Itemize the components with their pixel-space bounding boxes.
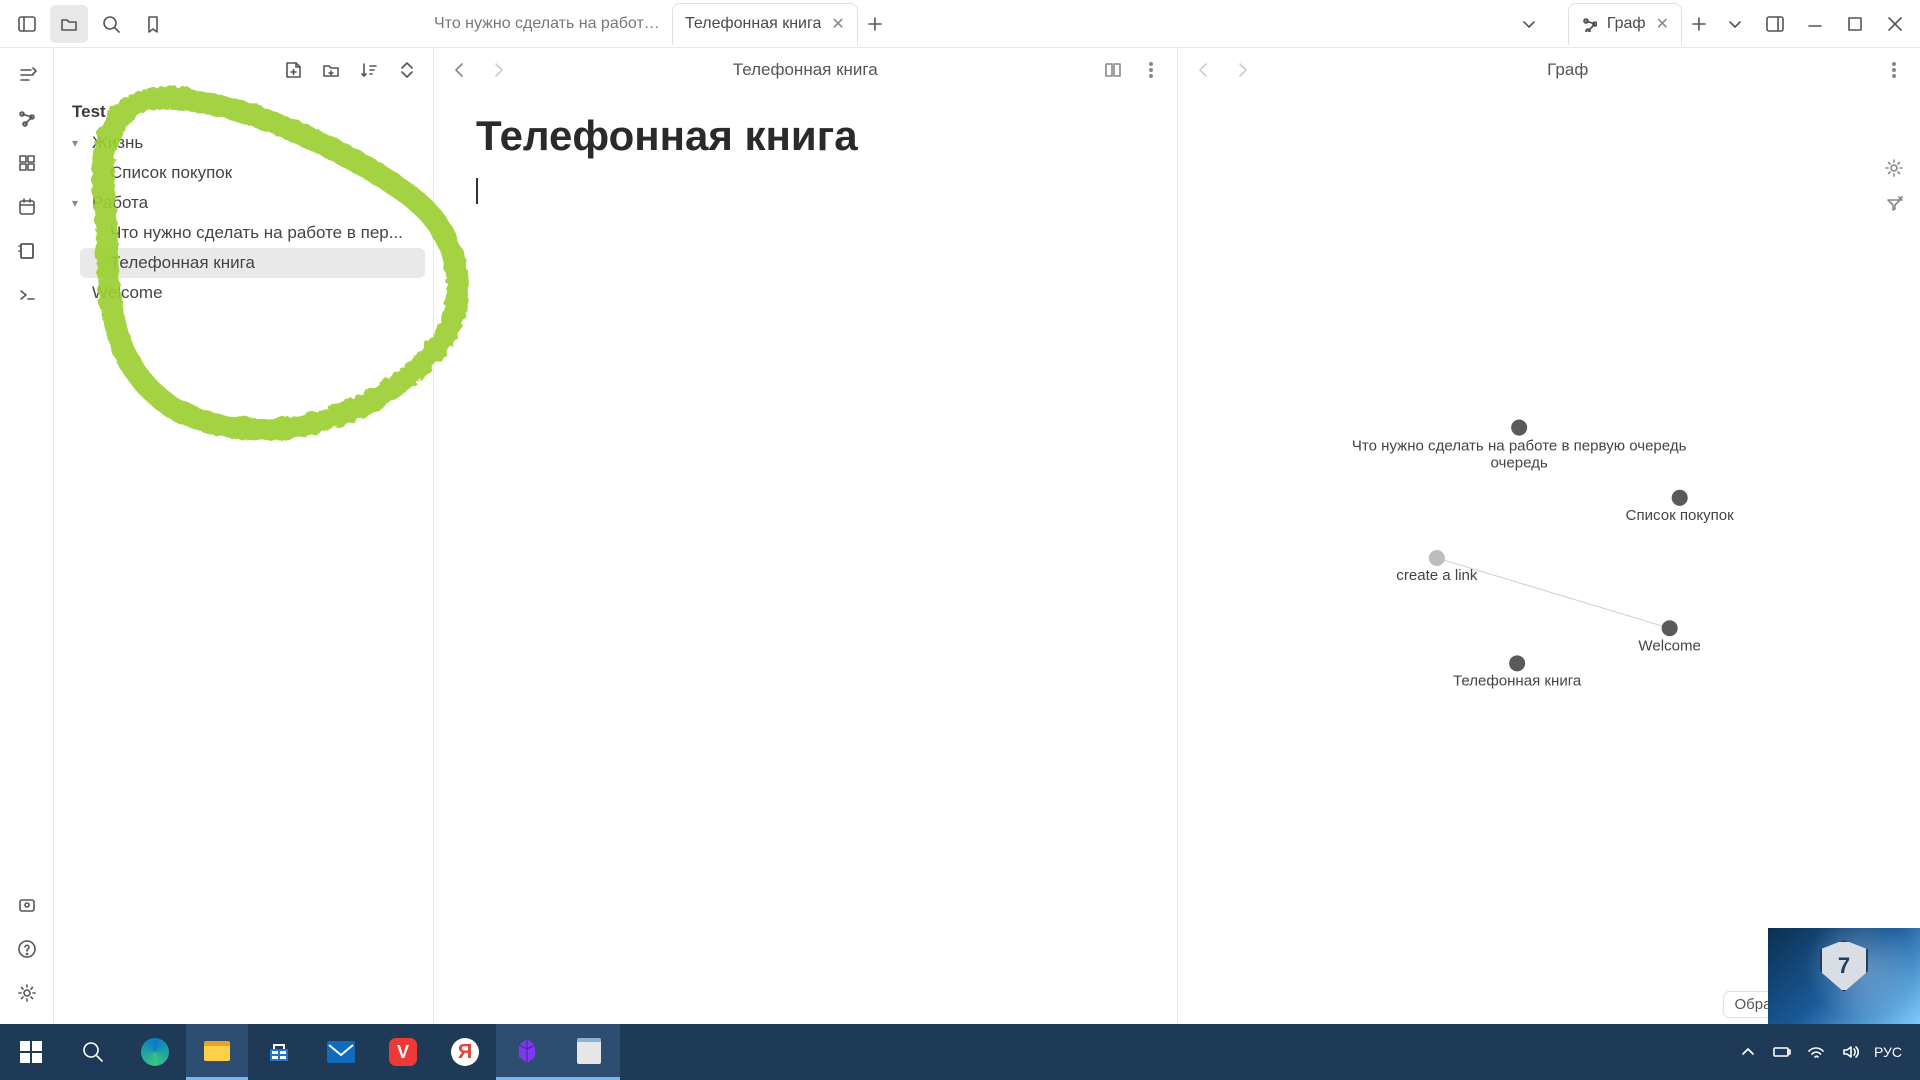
quick-switcher-button[interactable] xyxy=(8,56,46,94)
nav-back-button[interactable] xyxy=(444,54,476,86)
tab-dropdown-right[interactable] xyxy=(1716,5,1754,43)
taskbar-vivaldi[interactable]: V xyxy=(372,1024,434,1080)
command-palette-button[interactable] xyxy=(8,276,46,314)
new-note-button[interactable] xyxy=(277,54,309,86)
tree-label: Список покупок xyxy=(110,163,232,183)
start-button[interactable] xyxy=(0,1024,62,1080)
more-options-button[interactable] xyxy=(1135,54,1167,86)
collapse-button[interactable] xyxy=(391,54,423,86)
tree-file-welcome[interactable]: Welcome xyxy=(62,278,425,308)
chevron-down-icon: ▾ xyxy=(72,196,86,210)
new-tab-button[interactable] xyxy=(858,7,892,41)
close-icon[interactable]: ✕ xyxy=(1656,14,1669,34)
taskbar-edge[interactable] xyxy=(124,1024,186,1080)
minimize-button[interactable] xyxy=(1796,5,1834,43)
new-tab-button-right[interactable] xyxy=(1682,7,1716,41)
tray-wifi-icon[interactable] xyxy=(1806,1042,1826,1062)
file-explorer-sidebar: Test ▾ Жизнь Список покупок ▾ Работа Что… xyxy=(54,48,434,1024)
graph-node-label: create a link xyxy=(1396,567,1478,584)
tree-label: Телефонная книга xyxy=(110,253,255,273)
tree-folder-work[interactable]: ▾ Работа xyxy=(62,188,425,218)
graph-node-label: Телефонная книга xyxy=(1453,672,1582,689)
vault-button[interactable] xyxy=(8,886,46,924)
taskbar-app[interactable] xyxy=(558,1024,620,1080)
editor-pane: Телефонная книга Телефонная книга xyxy=(434,48,1178,1024)
taskbar-explorer[interactable] xyxy=(186,1024,248,1080)
pane-title[interactable]: Телефонная книга xyxy=(520,60,1091,80)
tab-dropdown-button[interactable] xyxy=(1510,5,1548,43)
text-cursor xyxy=(476,178,478,204)
tab-graph[interactable]: Граф ✕ xyxy=(1568,3,1682,45)
window-close-button[interactable] xyxy=(1876,5,1914,43)
taskbar-yandex[interactable]: Я xyxy=(434,1024,496,1080)
tree-file-todo[interactable]: Что нужно сделать на работе в пер... xyxy=(80,218,425,248)
chevron-down-icon: ▾ xyxy=(72,136,86,150)
graph-node-label: Welcome xyxy=(1638,637,1700,654)
help-button[interactable] xyxy=(8,930,46,968)
search-button[interactable] xyxy=(92,5,130,43)
shield-badge: 7 xyxy=(1820,940,1868,992)
main: Test ▾ Жизнь Список покупок ▾ Работа Что… xyxy=(0,48,1920,1024)
tree-file-shopping[interactable]: Список покупок xyxy=(80,158,425,188)
graph-canvas[interactable]: Что нужно сделать на работе в первую оче… xyxy=(1178,92,1920,1024)
tree-label: Работа xyxy=(92,193,148,213)
editor-body[interactable]: Телефонная книга xyxy=(434,92,1177,1024)
graph-body[interactable]: Что нужно сделать на работе в первую оче… xyxy=(1178,92,1920,1024)
graph-settings-button[interactable] xyxy=(1878,152,1910,184)
windows-taskbar: V Я РУС xyxy=(0,1024,1920,1080)
new-folder-button[interactable] xyxy=(315,54,347,86)
settings-button[interactable] xyxy=(8,974,46,1012)
tab-inactive-1[interactable]: Что нужно сделать на работе... xyxy=(422,3,672,45)
taskbar-obsidian[interactable] xyxy=(496,1024,558,1080)
daily-note-button[interactable] xyxy=(8,188,46,226)
toggle-left-sidebar-button[interactable] xyxy=(8,5,46,43)
sort-button[interactable] xyxy=(353,54,385,86)
tab-label: Телефонная книга xyxy=(685,15,821,33)
search-taskbar-button[interactable] xyxy=(62,1024,124,1080)
tray-chevron-icon[interactable] xyxy=(1738,1042,1758,1062)
ribbon xyxy=(0,48,54,1024)
toggle-right-sidebar-button[interactable] xyxy=(1756,5,1794,43)
tray-volume-icon[interactable] xyxy=(1840,1042,1860,1062)
graph-node-label: Что нужно сделать на работе в первую оче… xyxy=(1351,438,1686,455)
vault-name[interactable]: Test xyxy=(62,96,425,128)
templates-button[interactable] xyxy=(8,232,46,270)
document-title[interactable]: Телефонная книга xyxy=(476,112,1135,160)
taskbar-mail[interactable] xyxy=(310,1024,372,1080)
tray-battery-icon[interactable] xyxy=(1772,1042,1792,1062)
tree-label: Welcome xyxy=(92,283,163,303)
file-explorer-button[interactable] xyxy=(50,5,88,43)
tree-label: Жизнь xyxy=(92,133,143,153)
graph-filter-button[interactable] xyxy=(1878,188,1910,220)
graph-view-button[interactable] xyxy=(8,100,46,138)
nav-back-button[interactable] xyxy=(1188,54,1220,86)
tree-label: Что нужно сделать на работе в пер... xyxy=(110,223,403,243)
more-options-button[interactable] xyxy=(1878,54,1910,86)
tab-label: Что нужно сделать на работе... xyxy=(434,15,660,33)
taskbar-store[interactable] xyxy=(248,1024,310,1080)
tree-file-phonebook[interactable]: Телефонная книга xyxy=(80,248,425,278)
close-icon[interactable]: ✕ xyxy=(831,14,844,34)
titlebar: Что нужно сделать на работе... Телефонна… xyxy=(0,0,1920,48)
nav-forward-button[interactable] xyxy=(482,54,514,86)
graph-node-label: Список покупок xyxy=(1625,507,1734,524)
tray-language[interactable]: РУС xyxy=(1874,1044,1902,1060)
reading-mode-button[interactable] xyxy=(1097,54,1129,86)
maximize-button[interactable] xyxy=(1836,5,1874,43)
nav-forward-button[interactable] xyxy=(1226,54,1258,86)
bookmarks-button[interactable] xyxy=(134,5,172,43)
tree-folder-life[interactable]: ▾ Жизнь xyxy=(62,128,425,158)
tab-active-editor[interactable]: Телефонная книга ✕ xyxy=(672,3,858,45)
graph-pane: Граф Что нужно сделать на работе в перву… xyxy=(1178,48,1920,1024)
canvas-button[interactable] xyxy=(8,144,46,182)
svg-text:очередь: очередь xyxy=(1490,455,1547,472)
pane-title[interactable]: Граф xyxy=(1264,60,1873,80)
tab-label: Граф xyxy=(1607,15,1646,33)
picture-in-picture-overlay[interactable]: 7 xyxy=(1768,928,1920,1024)
